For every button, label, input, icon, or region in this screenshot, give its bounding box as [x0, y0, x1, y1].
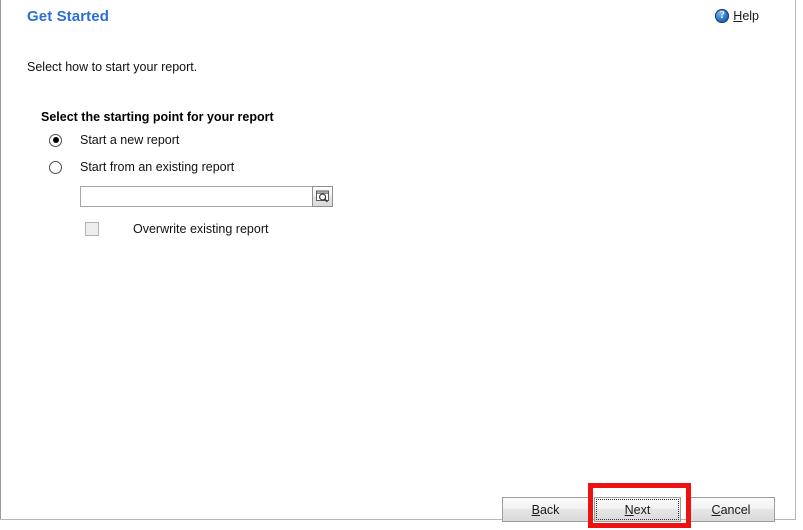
radio-start-new-report[interactable]	[49, 133, 62, 147]
cancel-accel-letter: C	[711, 502, 721, 517]
cancel-label-rest: ancel	[720, 502, 751, 517]
help-circle-icon	[715, 8, 730, 23]
radio-start-from-existing-report[interactable]	[49, 160, 62, 174]
back-accel-letter: B	[531, 502, 540, 517]
help-label-rest: elp	[742, 9, 759, 23]
intro-text: Select how to start your report.	[27, 60, 198, 74]
radio-row-start-from-existing-report[interactable]: Start from an existing report	[49, 160, 234, 174]
back-button[interactable]: Back	[502, 497, 589, 522]
checkbox-label-overwrite-existing-report: Overwrite existing report	[133, 222, 269, 236]
existing-report-input[interactable]	[80, 186, 312, 207]
window-border-left	[0, 0, 1, 520]
next-accel-letter: N	[624, 502, 634, 517]
help-accel-letter: H	[733, 9, 743, 23]
checkbox-overwrite-existing-report[interactable]	[85, 222, 99, 236]
help-link[interactable]: Help	[715, 8, 759, 23]
back-label-rest: ack	[539, 502, 560, 517]
next-button[interactable]: Next	[594, 497, 681, 522]
existing-report-picker	[80, 186, 333, 207]
get-started-wizard-page: Get Started Help Select how to start you…	[0, 0, 803, 530]
radio-row-start-new-report[interactable]: Start a new report	[49, 133, 179, 147]
browse-magnifier-icon	[315, 189, 330, 204]
browse-report-button[interactable]	[312, 186, 333, 207]
cancel-button[interactable]: Cancel	[687, 497, 775, 522]
window-border-right	[795, 0, 796, 520]
help-label: Help	[733, 9, 759, 23]
starting-point-group-label: Select the starting point for your repor…	[41, 110, 274, 124]
page-title: Get Started	[27, 8, 109, 25]
checkbox-row-overwrite-existing-report[interactable]: Overwrite existing report	[85, 222, 268, 236]
radio-label-start-new-report: Start a new report	[80, 133, 180, 147]
radio-label-start-from-existing-report: Start from an existing report	[80, 160, 235, 174]
next-label-rest: ext	[633, 502, 651, 517]
